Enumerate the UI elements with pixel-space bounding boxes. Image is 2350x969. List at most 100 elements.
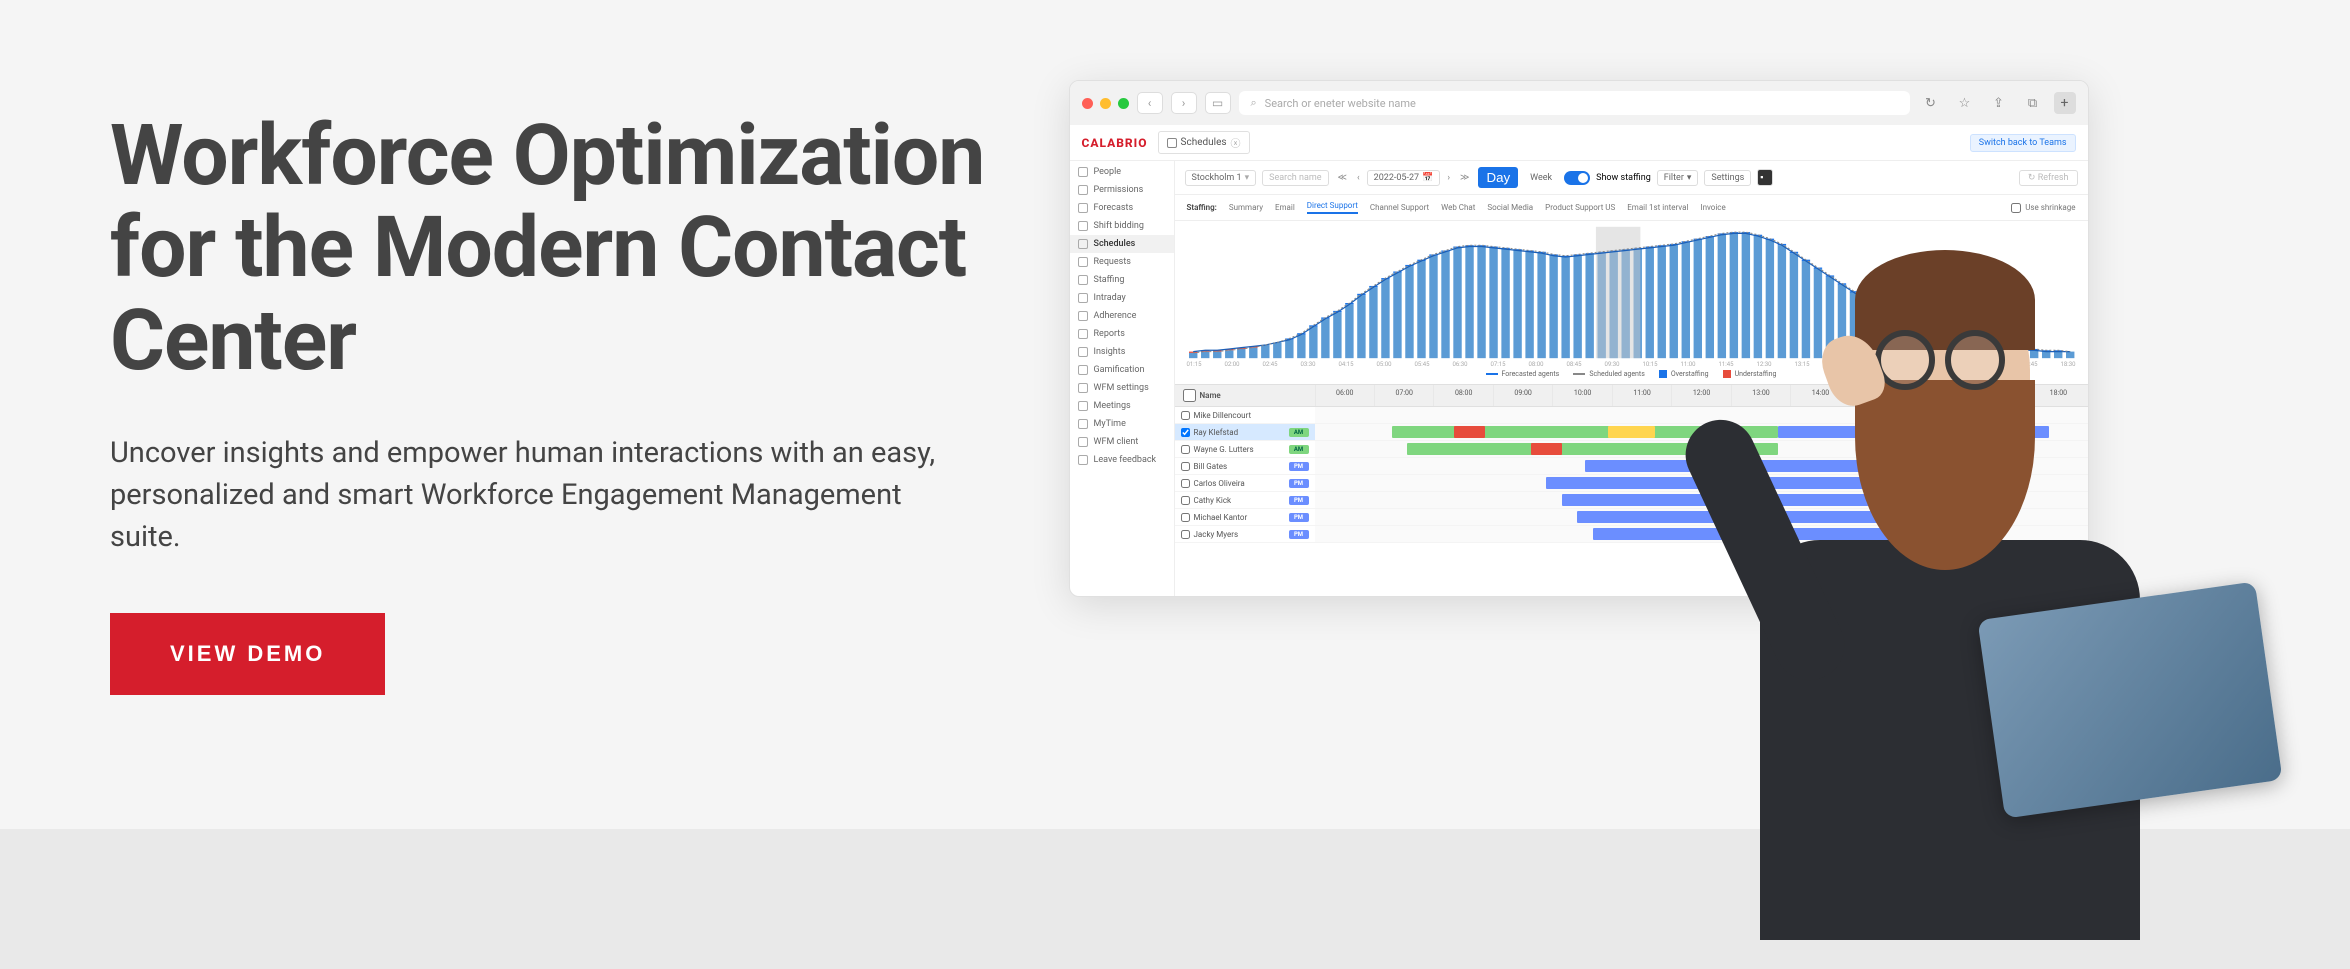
prev-button[interactable]: ‹ <box>1354 173 1363 183</box>
menu-icon <box>1078 257 1088 267</box>
sidebar-item-staffing[interactable]: Staffing <box>1070 271 1174 289</box>
next-day-button[interactable]: ≫ <box>1457 173 1472 183</box>
shift-badge: PM <box>1289 479 1309 488</box>
staffing-tab-web-chat[interactable]: Web Chat <box>1441 203 1475 212</box>
row-checkbox[interactable] <box>1181 530 1190 539</box>
menu-icon <box>1078 275 1088 285</box>
name-column-header: Name <box>1200 391 1221 400</box>
address-bar[interactable]: ⌕ Search or eneter website name <box>1239 91 1910 115</box>
menu-icon <box>1078 383 1088 393</box>
day-view-button[interactable]: Day <box>1478 167 1518 188</box>
sidebar-item-insights[interactable]: Insights <box>1070 343 1174 361</box>
staffing-tab-social-media[interactable]: Social Media <box>1487 203 1533 212</box>
row-checkbox[interactable] <box>1181 411 1190 420</box>
settings-button[interactable]: Settings <box>1704 170 1751 186</box>
row-checkbox[interactable] <box>1181 428 1190 437</box>
sidebar-item-gamification[interactable]: Gamification <box>1070 361 1174 379</box>
sidebar-item-permissions[interactable]: Permissions <box>1070 181 1174 199</box>
minimize-icon[interactable] <box>1100 98 1111 109</box>
select-all-checkbox[interactable] <box>1183 389 1196 402</box>
sidebar-item-reports[interactable]: Reports <box>1070 325 1174 343</box>
week-view-button[interactable]: Week <box>1524 170 1558 186</box>
search-input[interactable]: Search name <box>1262 170 1328 186</box>
app-tab-label: Schedules <box>1181 137 1227 148</box>
menu-icon <box>1078 167 1088 177</box>
refresh-button[interactable]: ↻ Refresh <box>2019 170 2078 186</box>
shift-badge: AM <box>1289 428 1309 437</box>
address-placeholder: Search or eneter website name <box>1265 97 1416 110</box>
date-picker[interactable]: 2022-05-27 📅 <box>1367 170 1441 186</box>
person-name: Jacky Myers <box>1194 530 1239 539</box>
staffing-tab-channel-support[interactable]: Channel Support <box>1370 203 1429 212</box>
sidebar-toggle-icon[interactable]: ▭ <box>1205 92 1231 114</box>
app-header: CALABRIO Schedules ⓧ Switch back to Team… <box>1070 125 2088 161</box>
share-icon[interactable]: ⇪ <box>1986 92 2012 114</box>
sidebar: PeoplePermissionsForecastsShift biddingS… <box>1070 161 1175 596</box>
shift-badge: PM <box>1289 462 1309 471</box>
browser-chrome: ‹ › ▭ ⌕ Search or eneter website name ↻ … <box>1070 81 2088 125</box>
sidebar-item-requests[interactable]: Requests <box>1070 253 1174 271</box>
shift-badge: PM <box>1289 513 1309 522</box>
sidebar-item-forecasts[interactable]: Forecasts <box>1070 199 1174 217</box>
row-checkbox[interactable] <box>1181 479 1190 488</box>
back-button[interactable]: ‹ <box>1137 92 1163 114</box>
staffing-tab-summary[interactable]: Summary <box>1229 203 1263 212</box>
sidebar-item-leave-feedback[interactable]: Leave feedback <box>1070 451 1174 469</box>
row-checkbox[interactable] <box>1181 462 1190 471</box>
staffing-tab-email[interactable]: Email <box>1275 203 1295 212</box>
shift-badge: PM <box>1289 530 1309 539</box>
row-checkbox[interactable] <box>1181 445 1190 454</box>
menu-icon <box>1078 311 1088 321</box>
menu-icon <box>1078 347 1088 357</box>
staffing-tab-direct-support[interactable]: Direct Support <box>1307 201 1358 214</box>
sidebar-item-intraday[interactable]: Intraday <box>1070 289 1174 307</box>
sidebar-item-schedules[interactable]: Schedules <box>1070 235 1174 253</box>
legend-item: Forecasted agents <box>1486 370 1560 378</box>
forward-button[interactable]: › <box>1171 92 1197 114</box>
row-checkbox[interactable] <box>1181 496 1190 505</box>
menu-icon <box>1078 437 1088 447</box>
copy-icon[interactable]: ⧉ <box>2020 92 2046 114</box>
person-name: Michael Kantor <box>1194 513 1248 522</box>
next-button[interactable]: › <box>1444 173 1453 183</box>
row-checkbox[interactable] <box>1181 513 1190 522</box>
sidebar-item-mytime[interactable]: MyTime <box>1070 415 1174 433</box>
app-tab-schedules[interactable]: Schedules ⓧ <box>1158 131 1250 154</box>
close-icon[interactable] <box>1082 98 1093 109</box>
sidebar-item-meetings[interactable]: Meetings <box>1070 397 1174 415</box>
sidebar-item-wfm-client[interactable]: WFM client <box>1070 433 1174 451</box>
shift-badge: AM <box>1289 445 1309 454</box>
person-name: Ray Klefstad <box>1194 428 1239 437</box>
menu-icon <box>1078 365 1088 375</box>
hero-headline: Workforce Optimization for the Modern Co… <box>110 110 1069 387</box>
star-icon[interactable]: ☆ <box>1952 92 1978 114</box>
reload-icon[interactable]: ↻ <box>1918 92 1944 114</box>
export-button[interactable]: ▪ <box>1757 169 1773 186</box>
menu-icon <box>1078 419 1088 429</box>
filter-button[interactable]: Filter ▾ <box>1657 170 1699 186</box>
sidebar-item-adherence[interactable]: Adherence <box>1070 307 1174 325</box>
switch-teams-button[interactable]: Switch back to Teams <box>1970 134 2076 152</box>
logo: CALABRIO <box>1082 136 1148 150</box>
menu-icon <box>1078 221 1088 231</box>
sidebar-item-shift-bidding[interactable]: Shift bidding <box>1070 217 1174 235</box>
person-photo <box>1680 210 2200 930</box>
sidebar-item-wfm-settings[interactable]: WFM settings <box>1070 379 1174 397</box>
staffing-tab-product-support-us[interactable]: Product Support US <box>1545 203 1615 212</box>
show-staffing-label: Show staffing <box>1596 173 1651 183</box>
person-name: Cathy Kick <box>1194 496 1232 505</box>
prev-day-button[interactable]: ≪ <box>1335 173 1350 183</box>
person-name: Mike Dillencourt <box>1194 411 1252 420</box>
menu-icon <box>1078 185 1088 195</box>
person-name: Wayne G. Lutters <box>1194 445 1254 454</box>
sidebar-item-people[interactable]: People <box>1070 163 1174 181</box>
person-name: Bill Gates <box>1194 462 1228 471</box>
close-tab-icon[interactable]: ⓧ <box>1231 135 1241 150</box>
maximize-icon[interactable] <box>1118 98 1129 109</box>
show-staffing-toggle[interactable] <box>1564 171 1590 185</box>
view-demo-button[interactable]: VIEW DEMO <box>110 613 385 695</box>
new-tab-button[interactable]: + <box>2054 92 2076 114</box>
staffing-label: Staffing: <box>1187 203 1217 212</box>
location-select[interactable]: Stockholm 1▾ <box>1185 170 1257 186</box>
person-name: Carlos Oliveira <box>1194 479 1245 488</box>
